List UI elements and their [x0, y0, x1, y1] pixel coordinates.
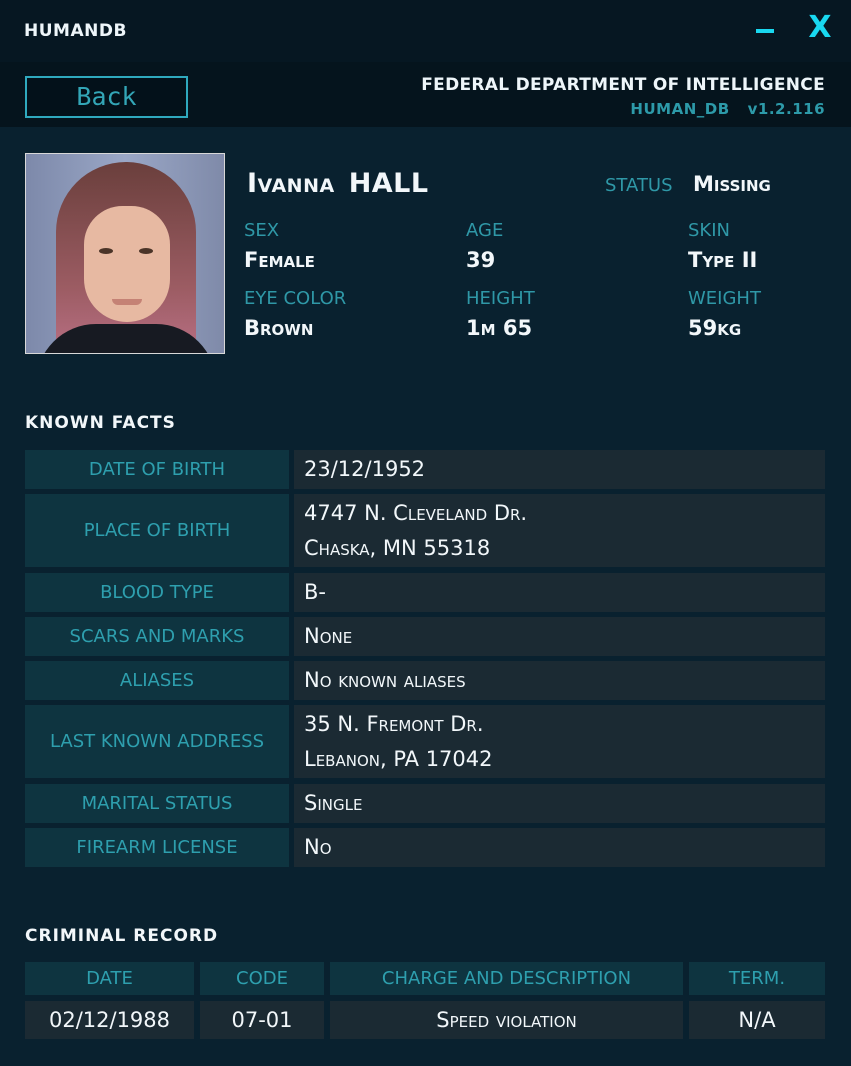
fact-row: ALIASES No known aliases — [25, 661, 825, 700]
status-label: STATUS — [605, 175, 673, 196]
attr-label-eye-color: EYE COLOR — [244, 288, 347, 309]
attr-label-sex: SEX — [244, 220, 280, 241]
fact-value: B- — [294, 573, 825, 612]
attr-label-weight: WEIGHT — [688, 288, 761, 309]
status-value: Missing — [693, 172, 771, 196]
fact-row: SCARS AND MARKS None — [25, 617, 825, 656]
fact-row: MARITAL STATUS Single — [25, 784, 825, 823]
back-button[interactable]: Back — [25, 76, 188, 118]
app-title: HUMANDB — [24, 21, 127, 41]
column-header-charge: CHARGE AND DESCRIPTION — [330, 962, 683, 995]
fact-value: No — [294, 828, 825, 867]
fact-label: BLOOD TYPE — [25, 573, 289, 612]
attr-label-height: HEIGHT — [466, 288, 535, 309]
fact-label: ALIASES — [25, 661, 289, 700]
agency-name: FEDERAL DEPARTMENT OF INTELLIGENCE — [421, 75, 825, 95]
known-facts-title: KNOWN FACTS — [25, 413, 176, 433]
fact-label: LAST KNOWN ADDRESS — [25, 705, 289, 778]
attr-label-age: AGE — [466, 220, 504, 241]
attr-value-sex: Female — [244, 248, 315, 272]
record-code: 07-01 — [200, 1001, 324, 1039]
attr-value-skin: Type II — [688, 248, 758, 272]
fact-row: PLACE OF BIRTH 4747 N. Cleveland Dr. Chas… — [25, 494, 825, 567]
first-name: Ivanna — [247, 168, 335, 199]
fact-row: DATE OF BIRTH 23/12/1952 — [25, 450, 825, 489]
fact-label: FIREARM LICENSE — [25, 828, 289, 867]
column-header-term: TERM. — [689, 962, 825, 995]
title-bar: HUMANDB X — [0, 0, 851, 62]
fact-value: 35 N. Fremont Dr. Lebanon, PA 17042 — [294, 705, 825, 778]
attr-label-skin: SKIN — [688, 220, 731, 241]
fact-label: DATE OF BIRTH — [25, 450, 289, 489]
fact-label: MARITAL STATUS — [25, 784, 289, 823]
app-version: v1.2.116 — [747, 100, 825, 118]
record-charge: Speed violation — [330, 1001, 683, 1039]
fact-label: PLACE OF BIRTH — [25, 494, 289, 567]
attr-value-age: 39 — [466, 248, 496, 272]
minimize-icon — [756, 29, 774, 33]
criminal-record-title: CRIMINAL RECORD — [25, 926, 219, 946]
fact-row: BLOOD TYPE B- — [25, 573, 825, 612]
record-date: 02/12/1988 — [25, 1001, 194, 1039]
minimize-button[interactable] — [756, 14, 776, 44]
fact-value: 23/12/1952 — [294, 450, 825, 489]
fact-value: Single — [294, 784, 825, 823]
app-name: HUMAN_DB — [630, 100, 730, 118]
close-button[interactable]: X — [806, 12, 834, 44]
column-header-date: DATE — [25, 962, 194, 995]
attr-value-height: 1m 65 — [466, 316, 533, 340]
attr-value-eye-color: Brown — [244, 316, 314, 340]
record-term: N/A — [689, 1001, 825, 1039]
attr-value-weight: 59kg — [688, 316, 742, 340]
fact-value: 4747 N. Cleveland Dr. Chaska, MN 55318 — [294, 494, 825, 567]
column-header-code: CODE — [200, 962, 324, 995]
fact-row: LAST KNOWN ADDRESS 35 N. Fremont Dr. Leba… — [25, 705, 825, 778]
fact-label: SCARS AND MARKS — [25, 617, 289, 656]
profile-photo — [25, 153, 225, 354]
fact-row: FIREARM LICENSE No — [25, 828, 825, 867]
last-name: HALL — [348, 168, 429, 199]
person-name: Ivanna HALL — [247, 168, 429, 199]
fact-value: No known aliases — [294, 661, 825, 700]
close-icon: X — [808, 10, 832, 45]
app-version-line: HUMAN_DB v1.2.116 — [612, 100, 825, 118]
fact-value: None — [294, 617, 825, 656]
